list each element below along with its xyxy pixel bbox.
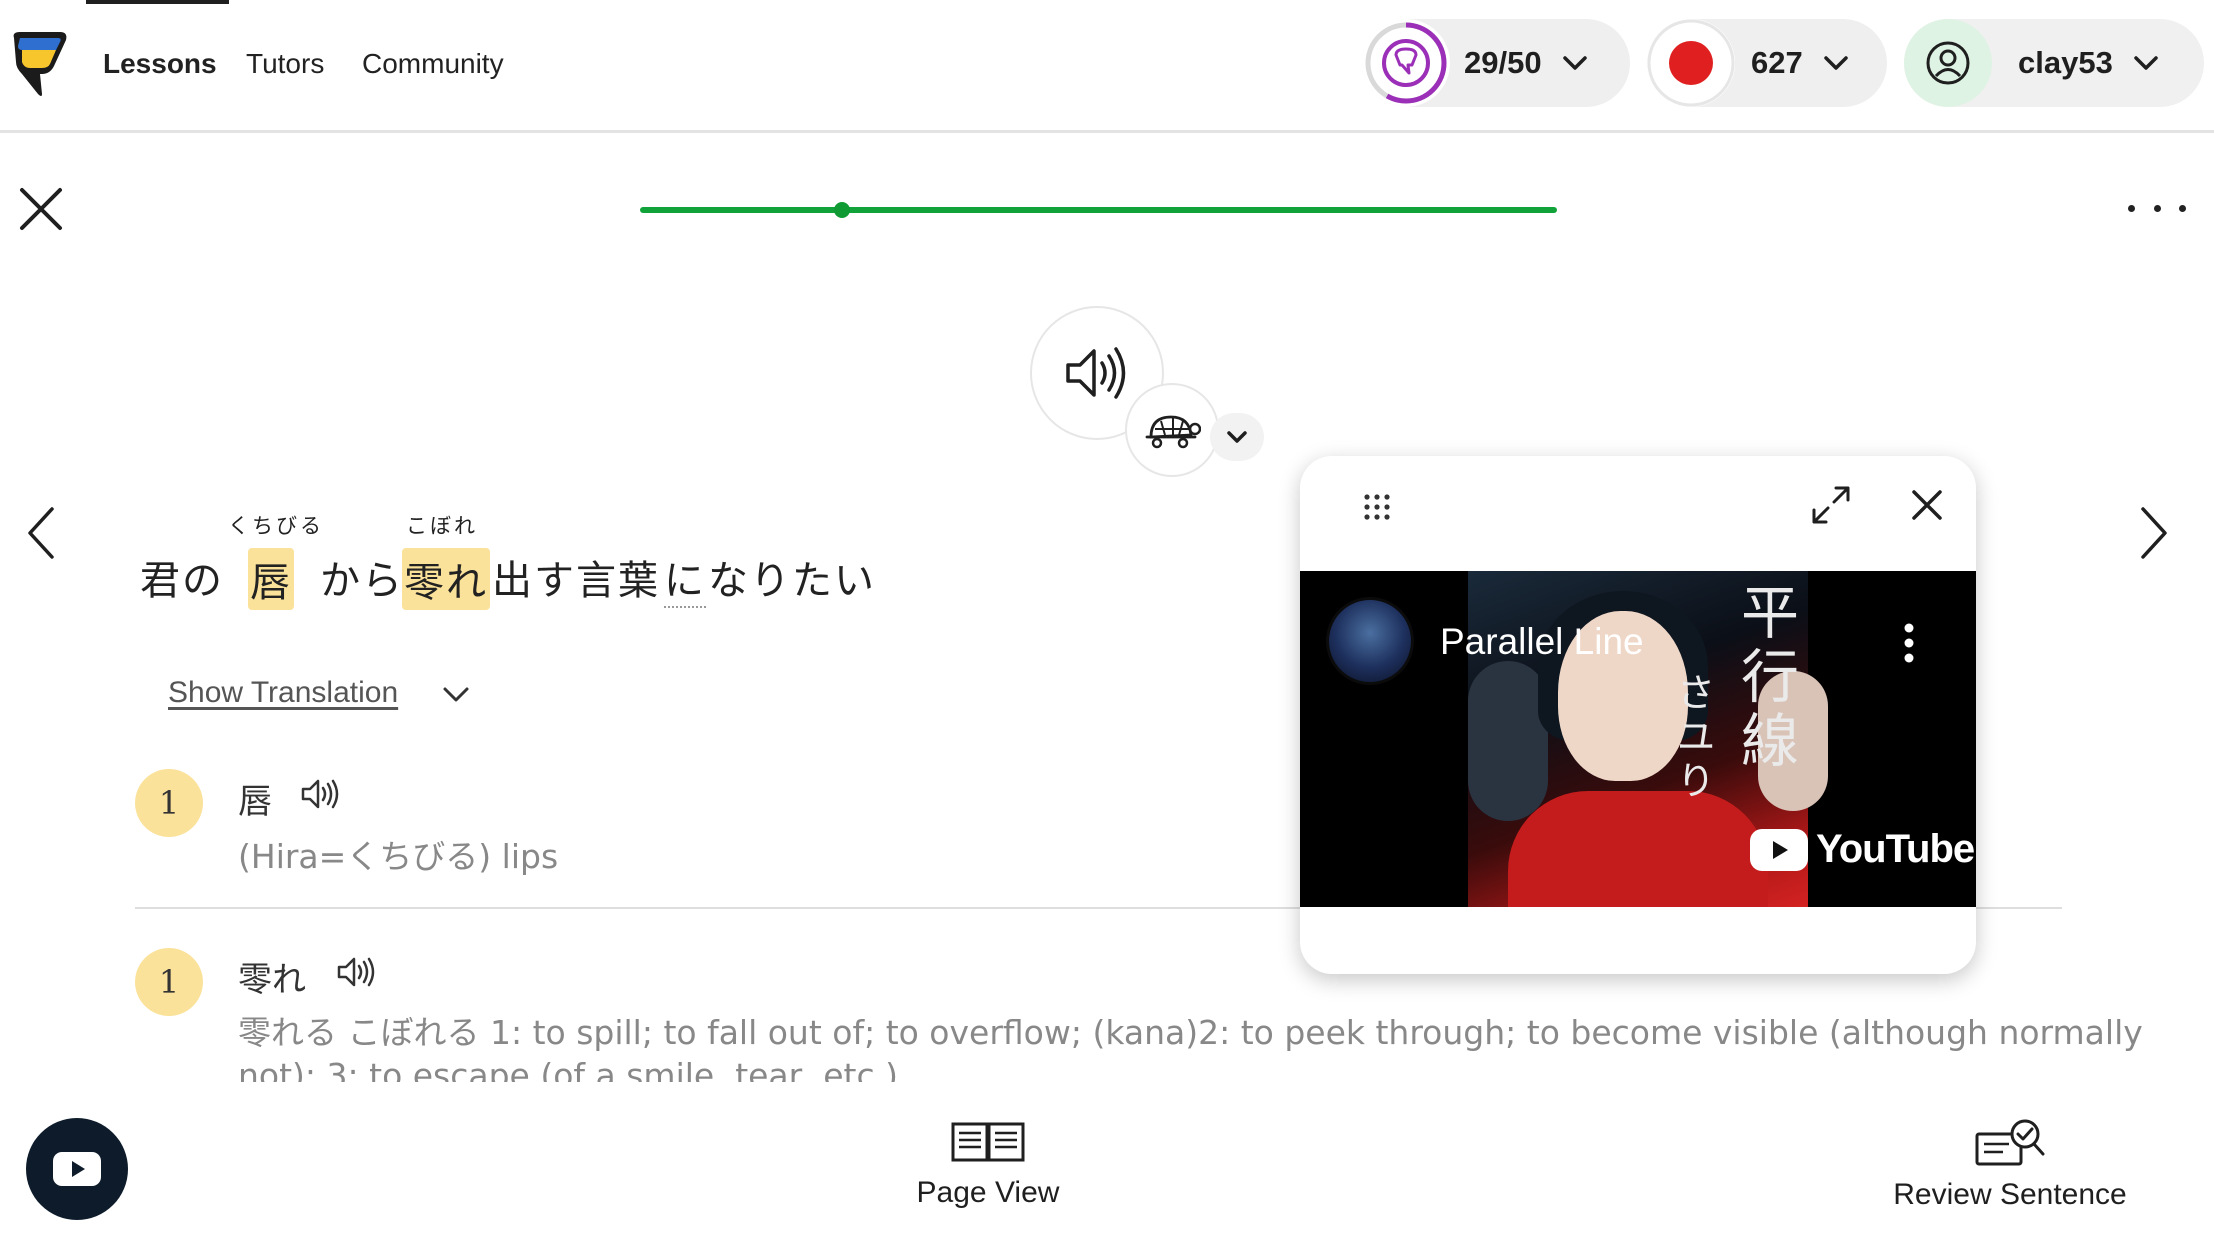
word-ni[interactable]: に: [664, 548, 706, 608]
close-lesson-icon[interactable]: [18, 186, 64, 232]
page-view-button[interactable]: Page View: [912, 1118, 1064, 1210]
avatar: [1904, 19, 1992, 107]
top-nav-bar: Lessons Tutors Community 29/50 627 clay5…: [0, 0, 2214, 133]
video-player-popup[interactable]: 平行線 さユり Parallel Line YouTube: [1300, 456, 1976, 974]
review-sentence-button[interactable]: Review Sentence: [1870, 1118, 2150, 1212]
definition-text: 零れる こぼれる 1: to spill; to fall out of; to…: [238, 1013, 2143, 1052]
more-options-icon[interactable]: [2128, 200, 2186, 216]
speaker-icon[interactable]: [300, 777, 340, 811]
show-translation-link[interactable]: Show Translation: [168, 676, 398, 710]
lingq-counter-dropdown[interactable]: 29/50: [1362, 19, 1630, 107]
nav-community[interactable]: Community: [362, 48, 504, 80]
expand-icon[interactable]: [1810, 484, 1852, 526]
video-title[interactable]: Parallel Line: [1440, 621, 1644, 663]
youtube-play-icon: [1750, 828, 1808, 871]
youtube-icon: [53, 1152, 101, 1186]
lesson-progress-marker[interactable]: [833, 202, 850, 218]
video-embed[interactable]: 平行線 さユり Parallel Line YouTube: [1300, 571, 1976, 907]
thumbnail-kanji-art: 平行線: [1740, 579, 1799, 775]
definition-clip: 零れる こぼれる 1: to spill; to fall out of; to…: [0, 1000, 2214, 1082]
speaker-icon[interactable]: [336, 955, 376, 989]
chevron-down-icon: [2134, 56, 2158, 70]
audio-speed-dropdown[interactable]: [1210, 413, 1264, 461]
chevron-down-icon[interactable]: [440, 678, 472, 710]
next-sentence-icon[interactable]: [2133, 505, 2173, 561]
youtube-logo[interactable]: YouTube: [1750, 827, 1975, 872]
streak-indicator: [1647, 19, 1735, 107]
drag-handle-icon[interactable]: [1362, 492, 1392, 522]
review-checkmark-icon: [1975, 1119, 2045, 1166]
turtle-icon: [1145, 415, 1201, 449]
definition-word: 唇: [238, 782, 272, 822]
page-view-label: Page View: [916, 1176, 1060, 1209]
review-sentence-label: Review Sentence: [1893, 1178, 2127, 1211]
nav-tutors[interactable]: Tutors: [246, 48, 324, 80]
thumbnail-kana-art: さユり: [1676, 671, 1715, 803]
youtube-toggle-button[interactable]: [26, 1118, 128, 1220]
youtube-wordmark: YouTube: [1816, 827, 1975, 871]
close-video-icon[interactable]: [1910, 488, 1944, 522]
word-kuchibiru[interactable]: 唇: [248, 548, 294, 610]
definition-popularity-badge: 1: [135, 769, 203, 837]
word-kobore[interactable]: 零れ: [402, 548, 490, 610]
lingq-logo-icon[interactable]: [8, 28, 70, 100]
word-kara[interactable]: から: [320, 548, 404, 606]
definition-text: (Hira=くちびる) lips: [238, 837, 559, 876]
chevron-down-icon: [1227, 431, 1247, 443]
lingq-ring: [1362, 19, 1450, 107]
video-menu-icon[interactable]: [1904, 623, 1914, 663]
open-book-icon: [951, 1122, 1025, 1162]
definition-word: 零れ: [238, 960, 306, 1000]
previous-sentence-icon[interactable]: [22, 505, 62, 561]
definition-text-continued: not); 3: to escape (of a smile, tear, et…: [238, 1056, 898, 1082]
word-naritai[interactable]: なりたい: [708, 548, 876, 606]
streak-count: 627: [1751, 45, 1803, 80]
username: clay53: [2018, 45, 2113, 80]
streak-dot-icon: [1647, 19, 1735, 107]
word-dasu-kotoba[interactable]: 出す言葉: [492, 548, 660, 606]
streak-dropdown[interactable]: 627: [1647, 19, 1887, 107]
channel-avatar[interactable]: [1326, 597, 1414, 685]
user-menu-dropdown[interactable]: clay53: [1904, 19, 2204, 107]
lesson-progress-bar: [640, 207, 1557, 213]
word-kimino[interactable]: 君の: [140, 548, 224, 606]
play-slow-audio-button[interactable]: [1125, 383, 1219, 477]
ruby-kobore: こぼれ: [406, 514, 478, 538]
lingq-progress-ring-icon: [1365, 22, 1447, 104]
speaker-icon: [1066, 347, 1126, 399]
nav-lessons[interactable]: Lessons: [103, 48, 217, 80]
ruby-kuchibiru: くちびる: [228, 514, 324, 538]
active-tab-indicator: [86, 0, 229, 4]
user-avatar-icon: [1926, 41, 1970, 85]
chevron-down-icon: [1562, 56, 1587, 70]
lingq-count: 29/50: [1464, 45, 1542, 80]
chevron-down-icon: [1823, 56, 1848, 70]
